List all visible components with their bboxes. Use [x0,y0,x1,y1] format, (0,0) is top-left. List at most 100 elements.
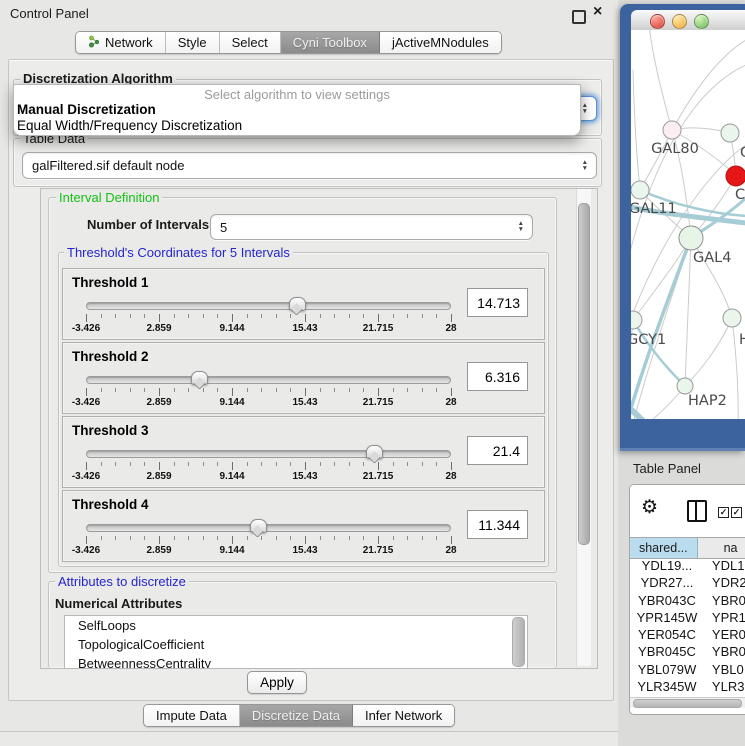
close-panel-button[interactable]: × [593,3,602,21]
table-panel-window: ⚙ ✓ ✓ shared... na YDL19...YDL1YDR27...Y… [629,484,745,715]
tab-network-label: Network [105,35,153,50]
slider-thumb[interactable] [250,519,267,533]
node-label: H [739,332,745,348]
tab-jactivemnodules[interactable]: jActiveMNodules [380,32,501,53]
tab-style-label: Style [178,35,207,50]
network-edge[interactable] [685,318,732,386]
threshold-3-value-field[interactable] [467,436,528,465]
attributes-list-scrollbar[interactable] [512,617,525,667]
control-panel-tab-bar: Network Style Select Cyni Toolbox jActiv… [75,31,502,54]
slider-track[interactable] [86,376,451,384]
attribute-list-item[interactable]: BetweennessCentrality [65,654,527,669]
network-node[interactable] [631,311,642,329]
threshold-1-slider[interactable]: -3.4262.8599.14415.4321.71528 [86,299,451,335]
attributes-group-title: Attributes to discretize [55,574,189,589]
combo-stepper-icon: ▲▼ [518,221,524,233]
table-row[interactable]: YER054CYER0 [630,627,745,644]
split-columns-icon[interactable] [687,500,707,522]
table-row[interactable]: YBR043CYBR0 [630,593,745,610]
attribute-list-item[interactable]: SelfLoops [65,616,527,635]
tab-infer-network[interactable]: Infer Network [353,705,454,726]
tab-cyni-toolbox[interactable]: Cyni Toolbox [281,32,380,53]
threshold-4-label: Threshold 4 [72,497,149,512]
tab-jactivemnodules-label: jActiveMNodules [392,35,489,50]
network-node[interactable] [721,124,739,142]
network-view-window: GAL80GACGAL11GAL4GCY1HHAP2 [620,4,745,451]
network-canvas[interactable]: GAL80GACGAL11GAL4GCY1HHAP2 [631,30,745,419]
attribute-list-item[interactable]: TopologicalCoefficient [65,635,527,654]
table-row[interactable]: YBR045CYBR0 [630,644,745,661]
dropdown-option-manual-discretization[interactable]: Manual Discretization [14,102,580,118]
network-edge[interactable] [732,318,738,419]
checkbox-icon[interactable]: ✓ [731,507,742,518]
numerical-attributes-list[interactable]: SelfLoopsTopologicalCoefficientBetweenne… [64,615,528,669]
table-hscrollbar-thumb[interactable] [633,699,742,708]
slider-scale: -3.4262.8599.14415.4321.71528 [86,397,451,409]
node-label: HAP2 [688,393,727,409]
checkbox-icon[interactable]: ✓ [718,507,729,518]
threshold-1-value-field[interactable] [467,288,528,317]
node-label: C [735,187,745,203]
tab-discretize-data[interactable]: Discretize Data [240,705,353,726]
column-header-shared-name[interactable]: shared... [630,538,698,558]
tab-impute-data[interactable]: Impute Data [144,705,240,726]
slider-thumb[interactable] [366,445,383,459]
network-icon [88,35,100,51]
tab-style[interactable]: Style [166,32,220,53]
close-window-icon[interactable] [650,14,665,29]
slider-ticks [86,388,451,396]
table-row[interactable]: YLR345WYLR3 [630,679,745,696]
network-node[interactable] [677,378,693,394]
control-panel: Control Panel × Network Style Select Cyn… [0,0,618,745]
tab-impute-data-label: Impute Data [156,708,227,723]
network-edge[interactable] [633,70,640,190]
zoom-window-icon[interactable] [694,14,709,29]
network-node[interactable] [631,181,649,199]
network-window-titlebar[interactable] [631,10,745,31]
threshold-2-value-field[interactable] [467,362,528,391]
threshold-3-label: Threshold 3 [72,423,149,438]
threshold-4-value-field[interactable] [467,510,528,539]
node-table-body[interactable]: YDL19...YDL1YDR27...YDR2YBR043CYBR0YPR14… [630,558,745,697]
number-of-intervals-combobox[interactable]: 5 ▲▼ [210,214,533,240]
threshold-3-panel: Threshold 3 -3.4262.8599.14415.4321.7152… [62,416,545,488]
network-node[interactable] [726,166,745,186]
apply-button[interactable]: Apply [247,671,307,694]
table-data-combobox[interactable]: galFiltered.sif default node ▲▼ [22,152,597,179]
slider-track[interactable] [86,524,451,532]
tab-network[interactable]: Network [76,32,166,53]
network-edge[interactable] [649,30,672,130]
float-window-button[interactable] [572,10,586,24]
network-node[interactable] [663,121,681,139]
network-node[interactable] [679,226,703,250]
slider-ticks [86,536,451,544]
table-row[interactable]: YPR145WYPR1 [630,610,745,627]
slider-thumb[interactable] [191,371,208,385]
slider-ticks [86,462,451,470]
table-row[interactable]: YBL079WYBL0 [630,662,745,679]
slider-track[interactable] [86,302,451,310]
tab-cyni-toolbox-label: Cyni Toolbox [293,35,367,50]
column-header-name[interactable]: na [698,538,745,558]
threshold-4-slider[interactable]: -3.4262.8599.14415.4321.71528 [86,521,451,557]
panel-scrollbar-thumb[interactable] [578,203,590,545]
table-row[interactable]: YDR27...YDR2 [630,575,745,592]
threshold-2-slider[interactable]: -3.4262.8599.14415.4321.71528 [86,373,451,409]
dropdown-option-equal-width-frequency[interactable]: Equal Width/Frequency Discretization [14,118,580,134]
slider-thumb[interactable] [289,297,306,311]
minimize-window-icon[interactable] [672,14,687,29]
network-edge[interactable] [685,238,691,386]
threshold-3-slider[interactable]: -3.4262.8599.14415.4321.71528 [86,447,451,483]
combo-stepper-icon: ▲▼ [582,160,588,172]
slider-ticks [86,314,451,322]
algorithm-dropdown-popup: Select algorithm to view settings Manual… [13,84,581,136]
gear-icon[interactable]: ⚙ [641,496,658,519]
network-node[interactable] [723,309,741,327]
tab-select[interactable]: Select [220,32,281,53]
network-edge[interactable] [672,40,745,130]
threshold-2-label: Threshold 2 [72,349,149,364]
network-edge[interactable] [640,130,672,190]
slider-track[interactable] [86,450,451,458]
table-row[interactable]: YDL19...YDL1 [630,558,745,575]
tab-infer-network-label: Infer Network [365,708,442,723]
